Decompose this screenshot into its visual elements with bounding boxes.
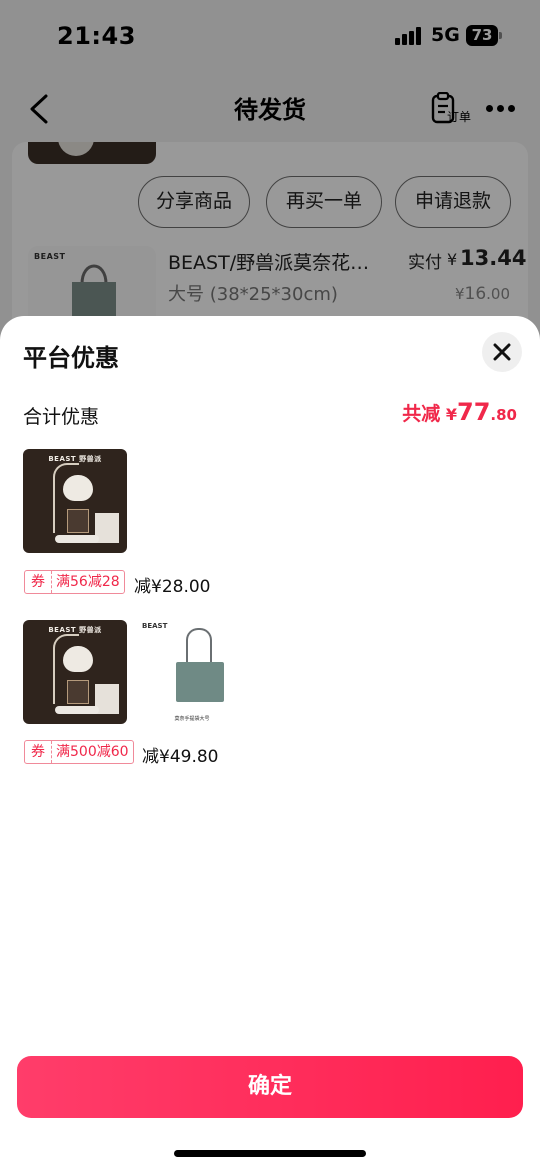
coupon-rule: 满56减28 xyxy=(56,574,120,590)
total-int: 77 xyxy=(457,398,491,426)
coupon-tag: 券满56减28 xyxy=(24,570,125,594)
lamp-product-image: BEAST 野兽派 xyxy=(23,620,127,724)
confirm-button[interactable]: 确定 xyxy=(17,1056,523,1118)
coupon-rule: 满500减60 xyxy=(56,744,129,760)
discount-sheet: 平台优惠 合计优惠 共减 ¥77.80 BEAST 野兽派 券满56减28 减¥… xyxy=(0,316,540,1168)
sheet-title: 平台优惠 xyxy=(23,344,119,372)
total-dec: .80 xyxy=(490,406,517,424)
discount-amount: 减¥28.00 xyxy=(134,577,211,597)
total-discount-amount: 共减 ¥77.80 xyxy=(402,398,517,426)
coupon-type: 券 xyxy=(25,741,52,763)
discount-amount: 减¥49.80 xyxy=(142,747,219,767)
bag-image-caption: 莫奈手提袋大号 xyxy=(174,716,210,722)
total-currency: ¥ xyxy=(445,405,458,424)
bag-image-brand: BEAST xyxy=(142,622,168,630)
coupon-tag: 券满500减60 xyxy=(24,740,134,764)
coupon-type: 券 xyxy=(25,571,52,593)
dim-overlay[interactable] xyxy=(0,0,540,360)
lamp-product-image: BEAST 野兽派 xyxy=(23,449,127,553)
close-button[interactable] xyxy=(482,332,522,372)
home-indicator xyxy=(174,1150,366,1157)
close-icon xyxy=(493,343,511,361)
total-discount-label: 合计优惠 xyxy=(23,406,100,428)
total-prefix: 共减 xyxy=(402,403,441,425)
bag-product-image: BEAST 莫奈手提袋大号 xyxy=(140,620,244,724)
